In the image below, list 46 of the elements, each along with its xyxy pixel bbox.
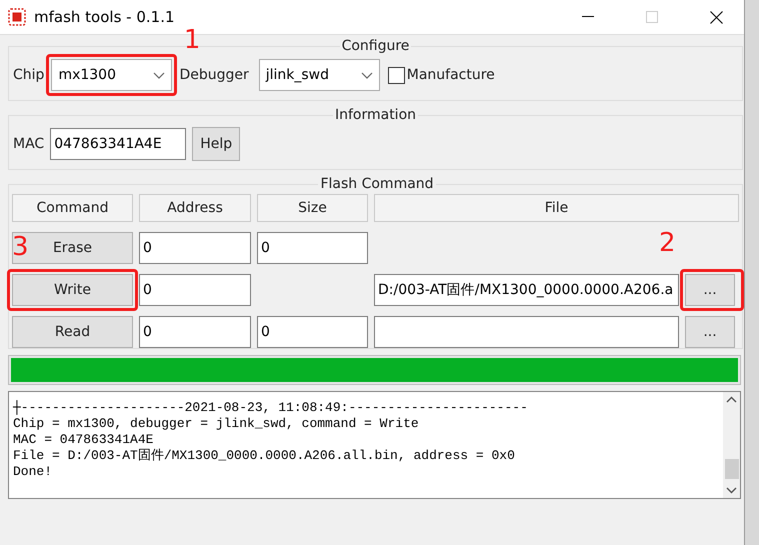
browse-button[interactable]: ... [685,274,735,306]
column-header: Address [139,194,251,222]
log-line: File = D:/003-AT固件/MX1300_0000.0000.A206.all.bin, address = 0x0 [13,448,516,464]
log-line: MAC = 047863341A4E [13,432,154,448]
log-line: Chip = mx1300, debugger = jlink_swd, command = Write [13,416,420,432]
command-button[interactable]: Write [12,274,133,306]
group-title: Configure [340,38,410,54]
address-input[interactable]: 0 [139,274,251,306]
chip-dropdown[interactable]: mx1300 [51,59,172,91]
log-line: Done! [13,464,54,480]
mac-label: MAC [13,136,44,152]
column-header: Command [12,194,133,222]
close-icon [710,10,722,24]
column-header: Size [257,194,368,222]
command-button[interactable]: Read [12,316,133,348]
column-header: File [374,194,739,222]
chip-label: Chip [13,67,44,83]
minimize-icon [582,16,594,18]
address-input[interactable]: 0 [139,316,251,348]
maximize-icon [646,11,658,23]
file-path-input[interactable]: D:/003-AT固件/MX1300_0000.0000.A206.a [374,274,679,306]
help-button[interactable]: Help [192,127,240,161]
size-input[interactable]: 0 [257,316,368,348]
group-title: Flash Command [319,176,435,192]
scroll-up-icon[interactable] [726,396,737,403]
scroll-down-icon[interactable] [726,487,737,494]
manufacture-label: Manufacture [406,67,495,83]
log-line: ┼---------------------2021-08-23, 11:08:49:----------------------- [13,400,529,416]
debugger-label: Debugger [179,67,249,83]
file-path-input[interactable] [374,316,679,348]
debugger-dropdown[interactable]: jlink_swd [258,59,380,91]
group-title: Information [334,107,418,123]
address-input[interactable]: 0 [139,232,251,264]
size-input[interactable]: 0 [257,232,368,264]
scrollbar[interactable] [723,392,740,498]
window-title: mfash tools - 0.1.1 [34,8,176,26]
manufacture-checkbox[interactable] [388,66,405,84]
app-icon [8,8,26,26]
callout-number: 1 [184,27,200,53]
scroll-thumb[interactable] [724,459,738,479]
mac-input[interactable]: 047863341A4E [50,128,186,160]
callout-number: 2 [659,230,676,256]
browse-button[interactable]: ... [685,316,735,348]
chevron-down-icon [153,72,166,78]
callout-number: 3 [12,234,29,260]
chevron-down-icon [360,72,373,78]
